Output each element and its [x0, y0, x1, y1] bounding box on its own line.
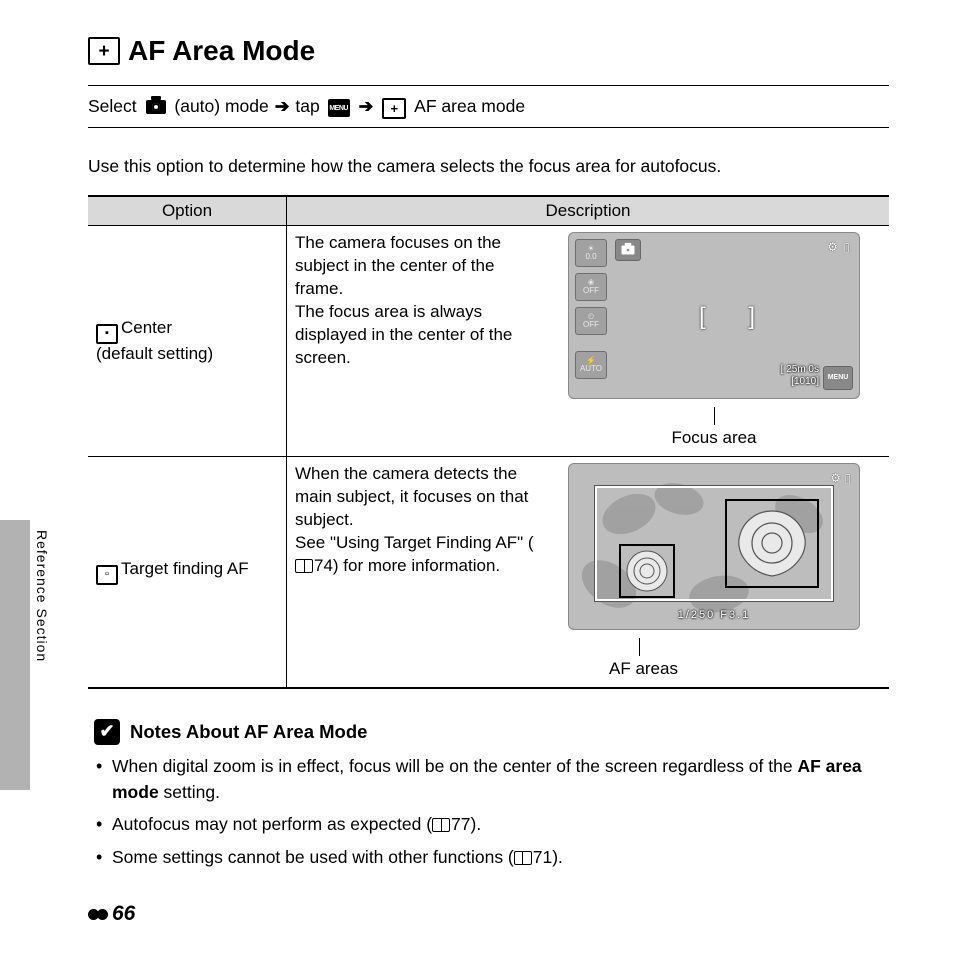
options-table: Option Description ▪Center (default sett… — [88, 195, 889, 689]
lcd-preview-target: ⚙ ▯ 1/250 F3.1 — [568, 463, 860, 630]
notes-section: ✔ Notes About AF Area Mode When digital … — [94, 719, 883, 870]
lcd-preview-center: ☀0.0 ❀OFF ⏲OFF ⚡AUTO ⚙ ▯ [ ] [ 25m 0s[10… — [568, 232, 860, 399]
lcd-btn-macro: ❀OFF — [575, 273, 607, 301]
page-title: + AF Area Mode — [88, 35, 889, 67]
desc2: The focus area is always displayed in th… — [295, 302, 512, 367]
nav-select: Select — [88, 96, 137, 117]
lcd2-bottom-text: 1/250 F3.1 — [569, 608, 859, 623]
rec-indicator: [ — [781, 364, 784, 375]
check-icon: ✔ — [94, 719, 120, 745]
callout-line — [714, 407, 715, 425]
desc1: The camera focuses on the subject in the… — [295, 233, 501, 298]
notes-heading-text: Notes About AF Area Mode — [130, 721, 367, 743]
list-item: When digital zoom is in effect, focus wi… — [108, 753, 883, 806]
target-icon: ▫ — [96, 565, 118, 585]
lcd-mode-icon — [615, 239, 641, 261]
nav-tap: tap — [295, 96, 319, 117]
option-sub: (default setting) — [96, 344, 213, 363]
lcd-btn-timer: ⏲OFF — [575, 307, 607, 335]
page: Reference Section + AF Area Mode Select … — [0, 0, 954, 954]
page-marker-icon — [88, 902, 112, 926]
focus-area-brackets: [ ] — [699, 301, 739, 331]
desc2-ref: 74 — [314, 556, 333, 575]
figure-caption: Focus area — [549, 427, 879, 450]
center-icon: ▪ — [96, 324, 118, 344]
page-number: 66 — [88, 902, 135, 926]
table-header-row: Option Description — [88, 196, 889, 226]
callout-line — [639, 638, 640, 656]
title-text: AF Area Mode — [128, 35, 315, 67]
af-area-icon: + — [88, 37, 120, 65]
table-row: ▫Target finding AF When the camera detec… — [88, 456, 889, 687]
sidebar-tab — [0, 520, 30, 790]
col-description: Description — [287, 196, 890, 226]
description-cell: The camera focuses on the subject in the… — [287, 226, 890, 457]
sidebar-label: Reference Section — [34, 530, 50, 662]
nav-af: AF area mode — [414, 96, 525, 117]
figure-caption: AF areas — [549, 658, 879, 681]
intro-text: Use this option to determine how the cam… — [88, 156, 889, 177]
book-icon — [514, 847, 533, 867]
desc2b: ) for more information. — [333, 556, 500, 575]
description-cell: When the camera detects the main subject… — [287, 456, 890, 687]
table-row: ▪Center (default setting) The camera foc… — [88, 226, 889, 457]
lcd2-top-indicators: ⚙ ▯ — [830, 470, 851, 486]
option-cell: ▫Target finding AF — [88, 456, 287, 687]
notes-heading: ✔ Notes About AF Area Mode — [94, 719, 883, 745]
book-icon — [295, 556, 314, 575]
option-cell: ▪Center (default setting) — [88, 226, 287, 457]
col-option: Option — [88, 196, 287, 226]
option-name: Target finding AF — [121, 559, 249, 578]
af-plus-icon: + — [382, 98, 406, 119]
book-icon — [432, 814, 451, 834]
lcd-menu-button: MENU — [823, 366, 853, 390]
lcd-top-indicators: ⚙ ▯ — [827, 239, 851, 255]
arrow-icon: ➔ — [359, 96, 374, 117]
list-item: Some settings cannot be used with other … — [108, 844, 883, 870]
lcd-btn-flash: ⚡AUTO — [575, 351, 607, 379]
navigation-path: Select (auto) mode ➔ tap MENU ➔ + AF are… — [88, 85, 889, 128]
option-name: Center — [121, 318, 172, 337]
camera-icon — [146, 100, 166, 114]
list-item: Autofocus may not perform as expected (7… — [108, 811, 883, 837]
lcd-btn-ev: ☀0.0 — [575, 239, 607, 267]
desc1: When the camera detects the main subject… — [295, 464, 528, 529]
lcd-info-text: [ 25m 0s[1010] — [781, 364, 819, 388]
af-area-large — [725, 499, 819, 588]
af-area-small — [619, 544, 675, 598]
desc2a: See "Using Target Finding AF" ( — [295, 533, 534, 552]
menu-icon: MENU — [328, 99, 350, 117]
arrow-icon: ➔ — [275, 96, 290, 117]
nav-auto: (auto) mode — [174, 96, 268, 117]
